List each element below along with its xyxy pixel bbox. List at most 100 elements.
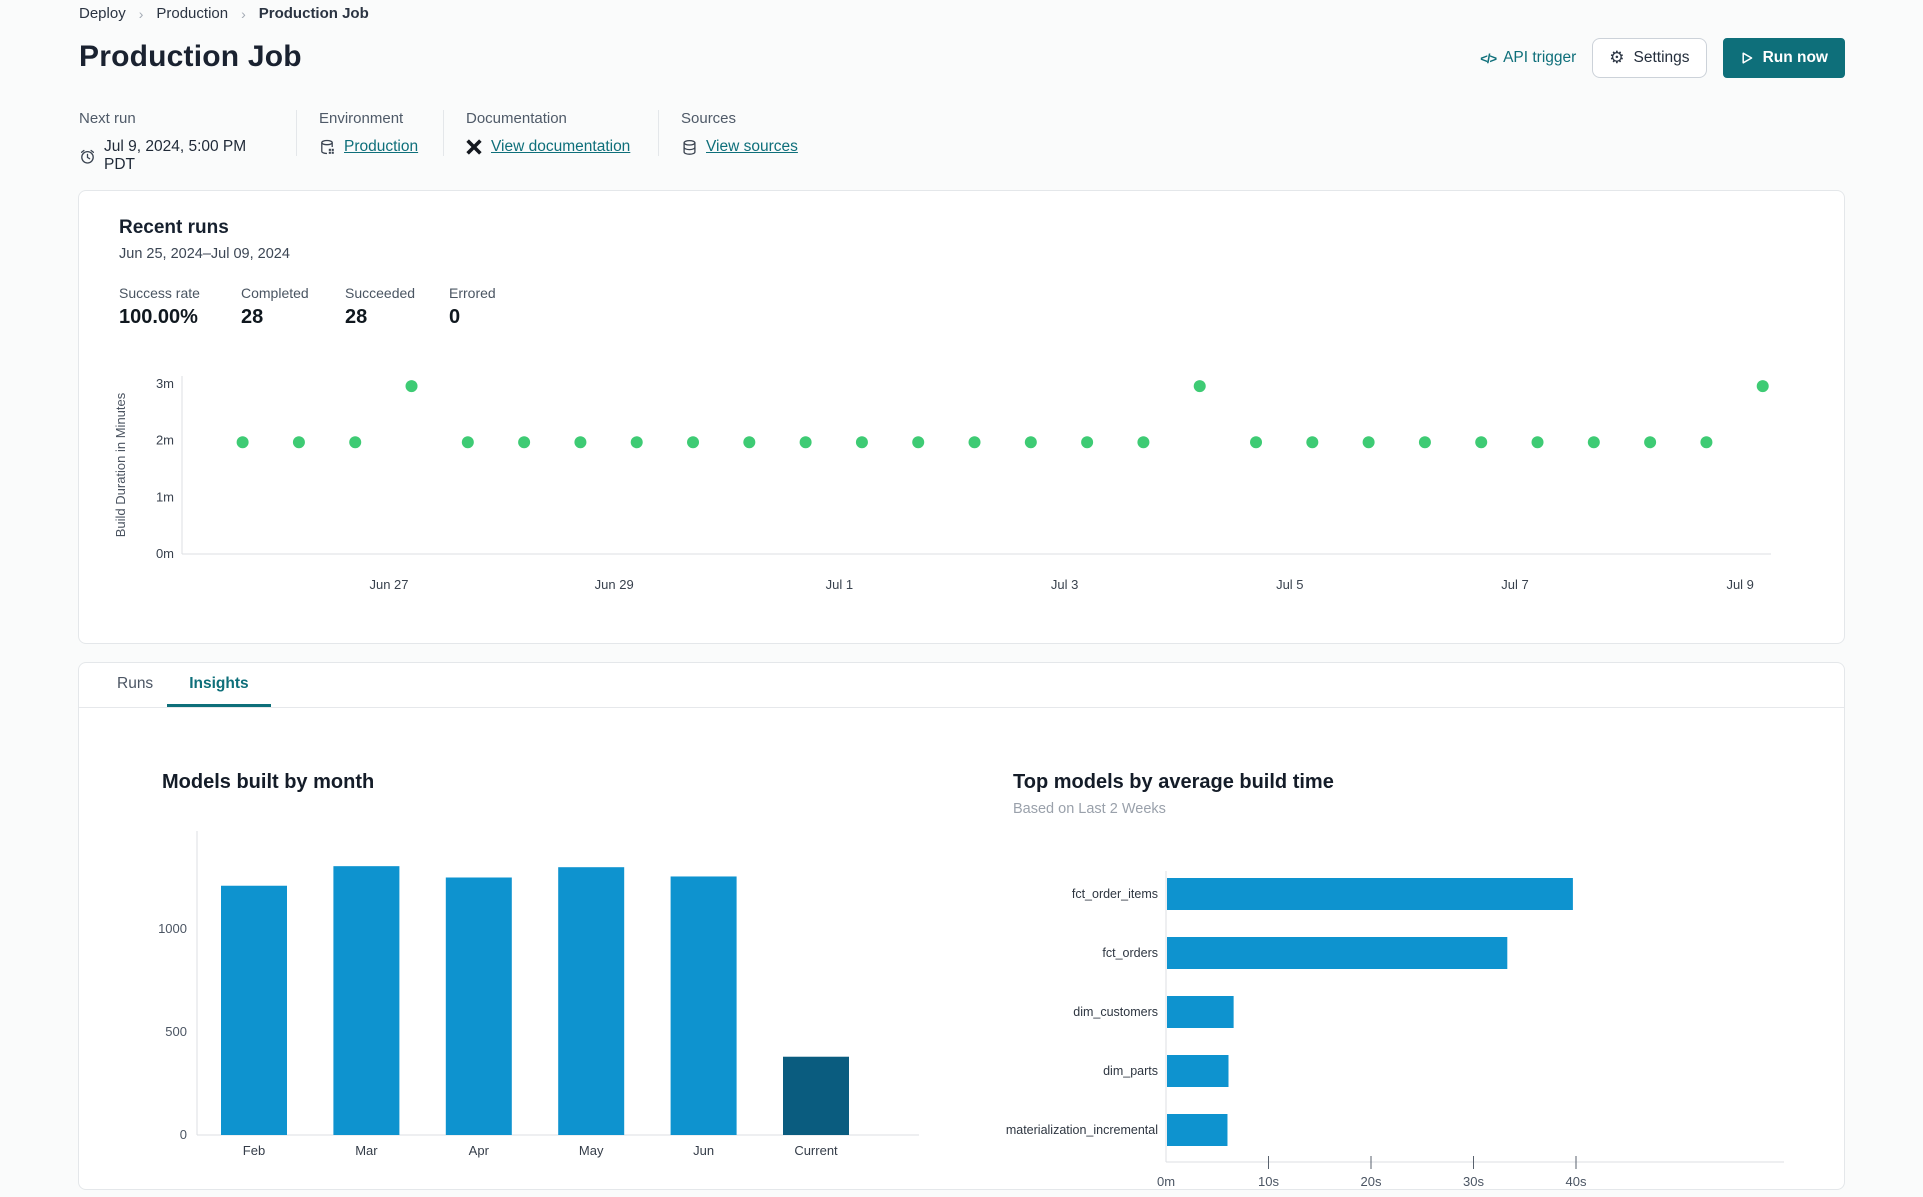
model-build-time-bar	[1167, 996, 1234, 1028]
model-build-time-bar	[1167, 1114, 1228, 1146]
scatter-ytick: 1m	[156, 489, 174, 504]
run-duration-dot[interactable]	[405, 380, 418, 393]
tab-insights[interactable]: Insights	[167, 663, 271, 707]
bar-chart-xtick: May	[579, 1143, 604, 1158]
top-models-title: Top models by average build time	[1013, 771, 1334, 793]
run-duration-dot[interactable]	[292, 436, 305, 449]
view-sources-link[interactable]: View sources	[706, 138, 798, 156]
run-duration-dot[interactable]	[855, 436, 868, 449]
run-now-label: Run now	[1762, 49, 1828, 66]
job-meta-row: Next run Jul 9, 2024, 5:00 PM PDT Enviro…	[79, 110, 818, 174]
hbar-row-label: fct_orders	[1102, 946, 1158, 960]
month-bar	[558, 867, 625, 1135]
run-duration-dot[interactable]	[1475, 436, 1488, 449]
run-duration-dot[interactable]	[1024, 436, 1037, 449]
recent-runs-date-range: Jun 25, 2024–Jul 09, 2024	[119, 246, 290, 262]
run-duration-dot[interactable]	[1193, 380, 1206, 393]
run-duration-dot[interactable]	[743, 436, 756, 449]
chevron-right-icon: ›	[241, 5, 246, 22]
run-duration-dot[interactable]	[1756, 380, 1769, 393]
bar-chart-xtick: Jun	[693, 1143, 714, 1158]
alarm-clock-icon	[79, 148, 96, 165]
environment-link[interactable]: Production	[344, 138, 418, 156]
run-duration-dot[interactable]	[1137, 436, 1150, 449]
scatter-xtick: Jul 3	[1051, 577, 1078, 592]
breadcrumb: Deploy › Production › Production Job	[79, 5, 369, 22]
meta-next-run-label: Next run	[79, 110, 136, 127]
job-detail-card: Runs Insights Models built by month 0 500…	[78, 662, 1845, 1190]
settings-button[interactable]: ⚙ Settings	[1592, 38, 1707, 78]
settings-label: Settings	[1633, 49, 1690, 66]
run-duration-dot[interactable]	[912, 436, 925, 449]
run-duration-dot[interactable]	[630, 436, 643, 449]
model-build-time-bar	[1167, 1055, 1229, 1087]
scatter-xtick: Jul 1	[826, 577, 853, 592]
run-duration-dot[interactable]	[799, 436, 812, 449]
scatter-xtick: Jul 7	[1501, 577, 1528, 592]
header-actions: </> API trigger ⚙ Settings Run now	[1480, 38, 1845, 78]
view-documentation-link[interactable]: View documentation	[491, 138, 630, 156]
hbar-chart-xtick: 40s	[1566, 1174, 1587, 1189]
stat-completed: Completed 28	[241, 285, 309, 328]
run-duration-dot[interactable]	[574, 436, 587, 449]
scatter-xtick: Jul 5	[1276, 577, 1303, 592]
run-duration-dot[interactable]	[1644, 436, 1657, 449]
run-duration-dot[interactable]	[1362, 436, 1375, 449]
run-duration-dot[interactable]	[687, 436, 700, 449]
api-trigger-link[interactable]: </> API trigger	[1480, 49, 1576, 67]
hbar-chart-xtick: 10s	[1258, 1174, 1279, 1189]
run-duration-dot[interactable]	[1587, 436, 1600, 449]
hbar-row-label: fct_order_items	[1072, 887, 1158, 901]
hbar-row-label: dim_customers	[1073, 1005, 1158, 1019]
bar-chart-xtick: Feb	[243, 1143, 265, 1158]
model-build-time-bar	[1167, 937, 1508, 969]
api-trigger-label: API trigger	[1503, 49, 1577, 66]
month-bar	[445, 877, 512, 1135]
breadcrumb-production-job: Production Job	[258, 5, 369, 22]
run-duration-dot[interactable]	[236, 436, 249, 449]
bar-chart-xtick: Apr	[469, 1143, 490, 1158]
stat-errored: Errored 0	[449, 285, 496, 328]
scatter-ytick: 0m	[156, 546, 174, 561]
bar-chart-ytick: 1000	[158, 921, 187, 936]
gear-icon: ⚙	[1609, 47, 1625, 68]
scatter-xtick: Jun 27	[369, 577, 408, 592]
meta-sources: Sources View sources	[658, 110, 818, 156]
month-bar	[221, 885, 287, 1135]
month-bar	[333, 866, 400, 1135]
chevron-right-icon: ›	[138, 5, 144, 22]
run-duration-dot[interactable]	[518, 436, 531, 449]
run-duration-dot[interactable]	[968, 436, 981, 449]
hbar-chart-xtick: 20s	[1361, 1174, 1382, 1189]
tab-runs[interactable]: Runs	[103, 663, 167, 707]
environment-database-icon	[319, 139, 336, 156]
models-built-by-month-title: Models built by month	[162, 771, 375, 793]
hbar-row-label: dim_parts	[1103, 1064, 1158, 1078]
breadcrumb-deploy[interactable]: Deploy	[79, 5, 126, 22]
run-duration-dot[interactable]	[1250, 436, 1263, 449]
meta-sources-label: Sources	[681, 110, 737, 127]
run-now-button[interactable]: Run now	[1722, 38, 1845, 78]
bar-chart-xtick: Mar	[355, 1143, 378, 1158]
run-duration-dot[interactable]	[1306, 436, 1319, 449]
run-duration-dot[interactable]	[1700, 436, 1713, 449]
code-icon: </>	[1480, 50, 1497, 66]
meta-documentation-label: Documentation	[466, 110, 567, 127]
build-duration-scatter-chart: 0m 1m 2m 3m Jun 27 Jun 29 Jul 1 Jul 3 Jul 5 Jul 7…	[113, 376, 1771, 592]
stat-success-rate: Success rate 100.00%	[119, 285, 200, 328]
meta-next-run: Next run Jul 9, 2024, 5:00 PM PDT	[79, 110, 296, 174]
run-duration-dot[interactable]	[1081, 436, 1094, 449]
database-icon	[681, 139, 698, 156]
breadcrumb-production[interactable]: Production	[156, 5, 228, 22]
hbar-chart-xtick: 30s	[1463, 1174, 1484, 1189]
stat-succeeded: Succeeded 28	[345, 285, 416, 328]
play-icon	[1742, 52, 1752, 64]
model-build-time-bar	[1167, 878, 1573, 910]
bar-chart-xtick: Current	[794, 1143, 838, 1158]
models-built-by-month-chart: 0 500 1000 Feb Mar Apr May Jun Current	[158, 831, 919, 1158]
run-duration-dot[interactable]	[1531, 436, 1544, 449]
meta-documentation: Documentation View documentation	[443, 110, 658, 156]
run-duration-dot[interactable]	[349, 436, 362, 449]
run-duration-dot[interactable]	[1418, 436, 1431, 449]
run-duration-dot[interactable]	[461, 436, 474, 449]
